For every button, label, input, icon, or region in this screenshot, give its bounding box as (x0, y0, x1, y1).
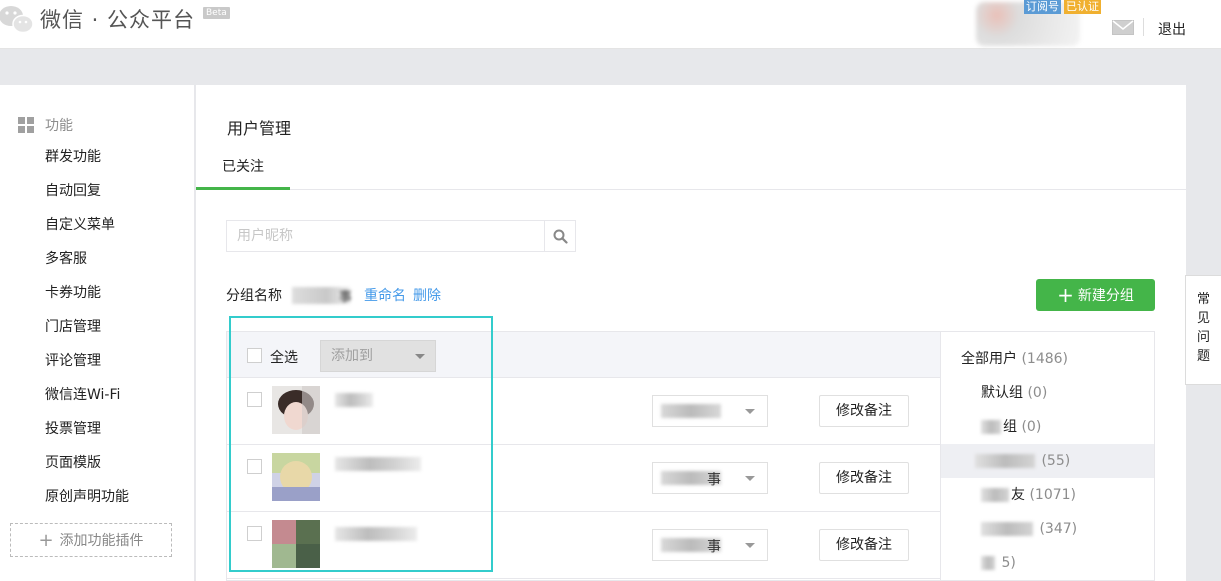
group-item-selected[interactable]: (55) (941, 444, 1154, 478)
select-all-label: 全选 (270, 350, 298, 366)
sidebar-item-page-templates[interactable]: 页面模版 (45, 451, 129, 485)
plus-icon: + (1057, 283, 1074, 307)
sidebar-section-functions: 功能 (18, 115, 73, 135)
delete-group-link[interactable]: 删除 (413, 285, 441, 305)
group-item-default[interactable]: 默认组 (0) (941, 376, 1154, 410)
user-group-value: 事 (707, 472, 721, 488)
sidebar-item-customer-service[interactable]: 多客服 (45, 247, 129, 281)
edit-remark-button[interactable]: 修改备注 (819, 529, 909, 561)
search-box (226, 220, 576, 252)
new-group-label: 新建分组 (1077, 288, 1134, 304)
group-item[interactable]: 友 (1071) (941, 478, 1154, 512)
table-row: 修改备注 (227, 378, 940, 445)
sidebar-item-mass-send[interactable]: 群发功能 (45, 145, 129, 179)
rename-group-link[interactable]: 重命名 (364, 285, 406, 305)
user-table: 全选 添加到 修改备注 事 修改备注 事 修改备注 (226, 331, 940, 581)
sidebar-item-original-declaration[interactable]: 原创声明功能 (45, 485, 129, 519)
sidebar-section-title: 功能 (45, 118, 73, 134)
user-group-select[interactable]: 事 (652, 462, 768, 494)
plus-icon: + (38, 529, 54, 551)
chevron-down-icon (415, 354, 425, 359)
wechat-logo-icon (0, 6, 34, 34)
main-panel: 用户管理 已关注 分组名称 事 重命名 删除 + 新建分组 全选 添加到 (196, 85, 1186, 581)
user-avatar (272, 386, 320, 434)
add-to-group-dropdown[interactable]: 添加到 (320, 340, 436, 372)
user-nickname (335, 393, 373, 407)
row-checkbox[interactable] (247, 392, 262, 407)
add-plugin-label: 添加功能插件 (59, 533, 144, 549)
add-to-label: 添加到 (331, 348, 373, 364)
user-group-select[interactable]: 事 (652, 529, 768, 561)
search-button[interactable] (544, 221, 575, 251)
logout-link[interactable]: 退出 (1158, 19, 1186, 39)
user-group-value: 事 (707, 539, 721, 555)
search-icon (553, 229, 568, 244)
top-bar: 微信 · 公众平台 Beta 订阅号 已认证 退出 (0, 0, 1221, 49)
edit-remark-button[interactable]: 修改备注 (819, 395, 909, 427)
user-nickname (335, 457, 421, 471)
tab-followed[interactable]: 已关注 (196, 145, 290, 190)
sidebar-item-cards[interactable]: 卡券功能 (45, 281, 129, 315)
subscription-badge: 订阅号 (1024, 0, 1061, 14)
user-nickname (335, 527, 417, 541)
tab-bar: 已关注 (196, 145, 1186, 190)
group-item[interactable]: 组 (0) (941, 410, 1154, 444)
grid-icon (18, 117, 34, 133)
search-input[interactable] (227, 221, 545, 251)
table-row: 事 修改备注 (227, 512, 940, 579)
group-item[interactable]: (347) (941, 512, 1154, 546)
page-title: 用户管理 (227, 119, 292, 138)
mail-icon[interactable] (1112, 20, 1134, 35)
group-info-bar: 分组名称 事 重命名 删除 (226, 285, 448, 305)
user-avatar (272, 453, 320, 501)
group-name-label: 分组名称 (226, 288, 282, 304)
sidebar-item-custom-menu[interactable]: 自定义菜单 (45, 213, 129, 247)
group-item[interactable]: 5) (941, 546, 1154, 580)
platform-title: 微信 · 公众平台 (40, 8, 196, 32)
sidebar-menu: 群发功能 自动回复 自定义菜单 多客服 卡券功能 门店管理 评论管理 微信连Wi… (45, 145, 129, 519)
new-group-button[interactable]: + 新建分组 (1036, 279, 1155, 311)
chevron-down-icon (745, 543, 755, 548)
beta-badge: Beta (203, 7, 230, 19)
select-all-checkbox[interactable] (247, 348, 262, 363)
group-item-all[interactable]: 全部用户 (1486) (941, 342, 1154, 376)
user-group-select[interactable] (652, 395, 768, 427)
sidebar-item-wifi[interactable]: 微信连Wi-Fi (45, 383, 129, 417)
faq-button[interactable]: 常见问题 (1185, 275, 1221, 385)
chevron-down-icon (745, 409, 755, 414)
edit-remark-button[interactable]: 修改备注 (819, 462, 909, 494)
row-checkbox[interactable] (247, 459, 262, 474)
sidebar-item-stores[interactable]: 门店管理 (45, 315, 129, 349)
group-name-value: 事 (292, 286, 352, 305)
header-divider (1143, 18, 1144, 36)
add-plugin-button[interactable]: + 添加功能插件 (10, 523, 172, 557)
sidebar-item-voting[interactable]: 投票管理 (45, 417, 129, 451)
group-list-panel: 全部用户 (1486) 默认组 (0) 组 (0) (55) 友 (1071) (940, 331, 1155, 581)
table-row: 事 修改备注 (227, 445, 940, 512)
user-avatar (272, 520, 320, 568)
table-header: 全选 添加到 (227, 332, 940, 378)
sidebar-item-comments[interactable]: 评论管理 (45, 349, 129, 383)
faq-label: 常见问题 (1196, 292, 1210, 364)
sidebar: 功能 群发功能 自动回复 自定义菜单 多客服 卡券功能 门店管理 评论管理 微信… (0, 85, 195, 581)
group-list: 全部用户 (1486) 默认组 (0) 组 (0) (55) 友 (1071) (941, 332, 1154, 580)
row-checkbox[interactable] (247, 526, 262, 541)
chevron-down-icon (745, 476, 755, 481)
verified-badge: 已认证 (1064, 0, 1101, 14)
sidebar-item-auto-reply[interactable]: 自动回复 (45, 179, 129, 213)
